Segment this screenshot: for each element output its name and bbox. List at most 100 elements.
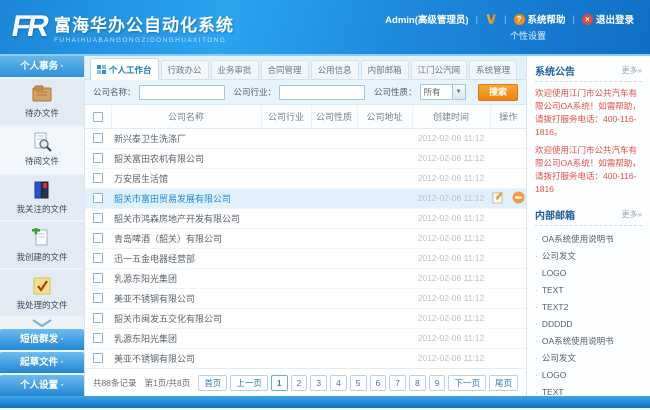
mailbox-title: 内部邮箱 bbox=[535, 211, 575, 222]
sidebar-item-pending-files[interactable]: 待办文件 bbox=[0, 79, 84, 125]
sidebar-action-draft-file[interactable]: 起草文件 · bbox=[0, 352, 84, 373]
sidebar-item-created-files[interactable]: 我创建的文件 bbox=[0, 222, 84, 269]
mail-item-label: OA系统使用说明书 bbox=[541, 234, 614, 244]
tools-icon[interactable] bbox=[485, 13, 497, 25]
table-row: 青岛啤酒（韶关）有限公司 2012-02-06 11:12 bbox=[85, 228, 526, 248]
page-button-6[interactable]: 6 bbox=[369, 374, 387, 391]
mail-item[interactable]: · TEXT bbox=[535, 282, 642, 299]
sidebar-item-followed-files[interactable]: 我关注的文件 bbox=[0, 174, 84, 221]
row-checkbox[interactable] bbox=[93, 173, 103, 184]
current-user: Admin(高级管理员) bbox=[385, 15, 469, 26]
delete-icon[interactable] bbox=[512, 191, 525, 206]
mail-item[interactable]: · DDDDD bbox=[535, 316, 642, 333]
mail-item[interactable]: · TEXT2 bbox=[535, 299, 642, 316]
table-row: 美亚不锈钢有限公司 2012-02-06 11:12 bbox=[85, 348, 526, 368]
edit-icon[interactable] bbox=[492, 191, 505, 206]
company-name-link[interactable]: 迅一五金电器经营部 bbox=[111, 248, 261, 268]
last-page-button[interactable]: 尾页 bbox=[488, 374, 518, 391]
row-checkbox[interactable] bbox=[93, 293, 103, 304]
system-help-link[interactable]: ? 系统帮助 bbox=[513, 12, 566, 26]
col-company-type: 公司性质 bbox=[311, 105, 358, 129]
mail-item-label: TEXT bbox=[541, 285, 564, 295]
sidebar-item-files-to-read[interactable]: 待阅文件 bbox=[0, 126, 84, 173]
sidebar-item-label: 我处理的文件 bbox=[16, 299, 68, 310]
company-name-link[interactable]: 韶关市鸿森房地产开发有限公司 bbox=[111, 208, 261, 228]
page-button-7[interactable]: 7 bbox=[389, 374, 406, 391]
search-button[interactable]: 搜索 bbox=[478, 83, 518, 101]
tab-personal-workbench[interactable]: 个人工作台 bbox=[90, 58, 159, 80]
sidebar-item-processed-files[interactable]: 我处理的文件 bbox=[0, 270, 84, 316]
sidebar-action-sms-broadcast[interactable]: 短信群发 · bbox=[0, 329, 84, 350]
tab-administrative-office[interactable]: 行政办公 bbox=[160, 60, 209, 79]
company-name-link[interactable]: 美亚不锈钢有限公司 bbox=[111, 348, 261, 368]
row-checkbox[interactable] bbox=[93, 133, 103, 144]
company-name-link[interactable]: 韶关富田农机有限公司 bbox=[111, 148, 261, 168]
row-checkbox[interactable] bbox=[93, 213, 103, 224]
sidebar-section-personal-affairs[interactable]: 个人事务 · bbox=[0, 56, 84, 77]
page-button-8[interactable]: 8 bbox=[409, 374, 426, 391]
tab-jiangmen-bus-net[interactable]: 江门公汽网 bbox=[410, 60, 468, 79]
mail-item[interactable]: · LOGO bbox=[535, 367, 642, 384]
row-checkbox[interactable] bbox=[93, 233, 103, 244]
row-checkbox[interactable] bbox=[93, 313, 103, 324]
company-name-link[interactable]: 韶关市闽发五交化有限公司 bbox=[111, 308, 261, 328]
page-button-9[interactable]: 9 bbox=[428, 374, 446, 391]
app-window: FR 富海华办公自动化系统 FUHAIHUABANGONGZIDONGHUAXI… bbox=[0, 0, 650, 410]
created-time: 2012-02-06 11:12 bbox=[417, 173, 485, 183]
bullet-icon: · bbox=[535, 353, 538, 363]
sidebar-collapse-chevron[interactable] bbox=[0, 316, 84, 329]
page-button-1[interactable]: 1 bbox=[270, 374, 288, 391]
mail-item[interactable]: · TEXT bbox=[535, 384, 642, 396]
company-name-link[interactable]: 青岛啤酒（韶关）有限公司 bbox=[111, 228, 261, 248]
announcements-more-link[interactable]: 更多» bbox=[622, 65, 642, 76]
mail-item[interactable]: · OA系统使用说明书 bbox=[535, 231, 642, 248]
company-type-select[interactable]: 所有 ▼ bbox=[419, 84, 466, 100]
chevron-down-icon: ▼ bbox=[451, 85, 465, 99]
sidebar-action-personal-settings[interactable]: 个人设置 · bbox=[0, 375, 84, 396]
mail-item[interactable]: · 公司发文 bbox=[535, 350, 642, 367]
row-checkbox[interactable] bbox=[93, 333, 103, 344]
row-checkbox[interactable] bbox=[93, 253, 103, 264]
company-name-link[interactable]: 乳源东阳光集团 bbox=[111, 268, 261, 288]
tab-public-info[interactable]: 公用信息 bbox=[310, 60, 359, 79]
select-all-checkbox[interactable] bbox=[92, 111, 103, 122]
logout-icon: × bbox=[581, 13, 593, 25]
mail-item[interactable]: · LOGO bbox=[535, 265, 642, 282]
tab-internal-mail[interactable]: 内部邮箱 bbox=[360, 60, 409, 79]
row-checkbox[interactable] bbox=[93, 153, 103, 164]
next-page-button[interactable]: 下一页 bbox=[448, 374, 486, 391]
company-industry-input[interactable] bbox=[279, 84, 366, 100]
row-checkbox[interactable] bbox=[93, 353, 103, 364]
logout-link[interactable]: × 退出登录 bbox=[581, 12, 634, 26]
table-row: 韶关市闽发五交化有限公司 2012-02-06 11:12 bbox=[85, 308, 526, 328]
created-time: 2012-02-06 11:12 bbox=[417, 133, 485, 143]
tab-business-approval[interactable]: 业务审批 bbox=[210, 60, 259, 79]
tab-system-management[interactable]: 系统管理 bbox=[469, 60, 518, 79]
company-name-link[interactable]: 美亚不锈钢有限公司 bbox=[111, 288, 261, 308]
mail-item[interactable]: · 公司发文 bbox=[535, 248, 642, 265]
company-name-link[interactable]: 韶关市富田贸易发展有限公司 bbox=[111, 188, 261, 208]
table-header-row: 公司名称 公司行业 公司性质 公司地址 创建时间 操作 bbox=[85, 105, 526, 129]
page-button-4[interactable]: 4 bbox=[330, 374, 347, 391]
page-button-5[interactable]: 5 bbox=[349, 374, 367, 391]
row-checkbox[interactable] bbox=[93, 193, 103, 204]
tab-contract-management[interactable]: 合同管理 bbox=[260, 60, 309, 79]
right-panel: 系统公告 更多» 欢迎使用江门市公共汽车有限公司OA系统！如需帮助，请拨打服务电… bbox=[526, 56, 650, 396]
note-check-icon bbox=[33, 277, 51, 295]
company-name-link[interactable]: 新兴泰卫生洗涤厂 bbox=[111, 128, 261, 148]
page-button-2[interactable]: 2 bbox=[290, 374, 308, 391]
row-checkbox[interactable] bbox=[93, 273, 103, 284]
created-time: 2012-02-06 11:12 bbox=[417, 293, 485, 303]
mail-item-label: OA系统使用说明书 bbox=[541, 336, 614, 346]
logo-mark: FR bbox=[9, 10, 49, 43]
mailbox-more-link[interactable]: 更多» bbox=[622, 209, 642, 220]
first-page-button[interactable]: 首页 bbox=[198, 374, 228, 391]
prev-page-button[interactable]: 上一页 bbox=[230, 374, 268, 391]
company-name-input[interactable] bbox=[138, 84, 225, 100]
mail-item[interactable]: · OA系统使用说明书 bbox=[535, 333, 642, 350]
workbench-icon bbox=[97, 65, 106, 74]
company-name-link[interactable]: 万安居生活馆 bbox=[111, 168, 261, 188]
company-name-link[interactable]: 乳源东阳光集团 bbox=[111, 328, 261, 348]
page-button-3[interactable]: 3 bbox=[310, 374, 328, 391]
personal-settings-link[interactable]: 个性设置 bbox=[510, 29, 546, 42]
